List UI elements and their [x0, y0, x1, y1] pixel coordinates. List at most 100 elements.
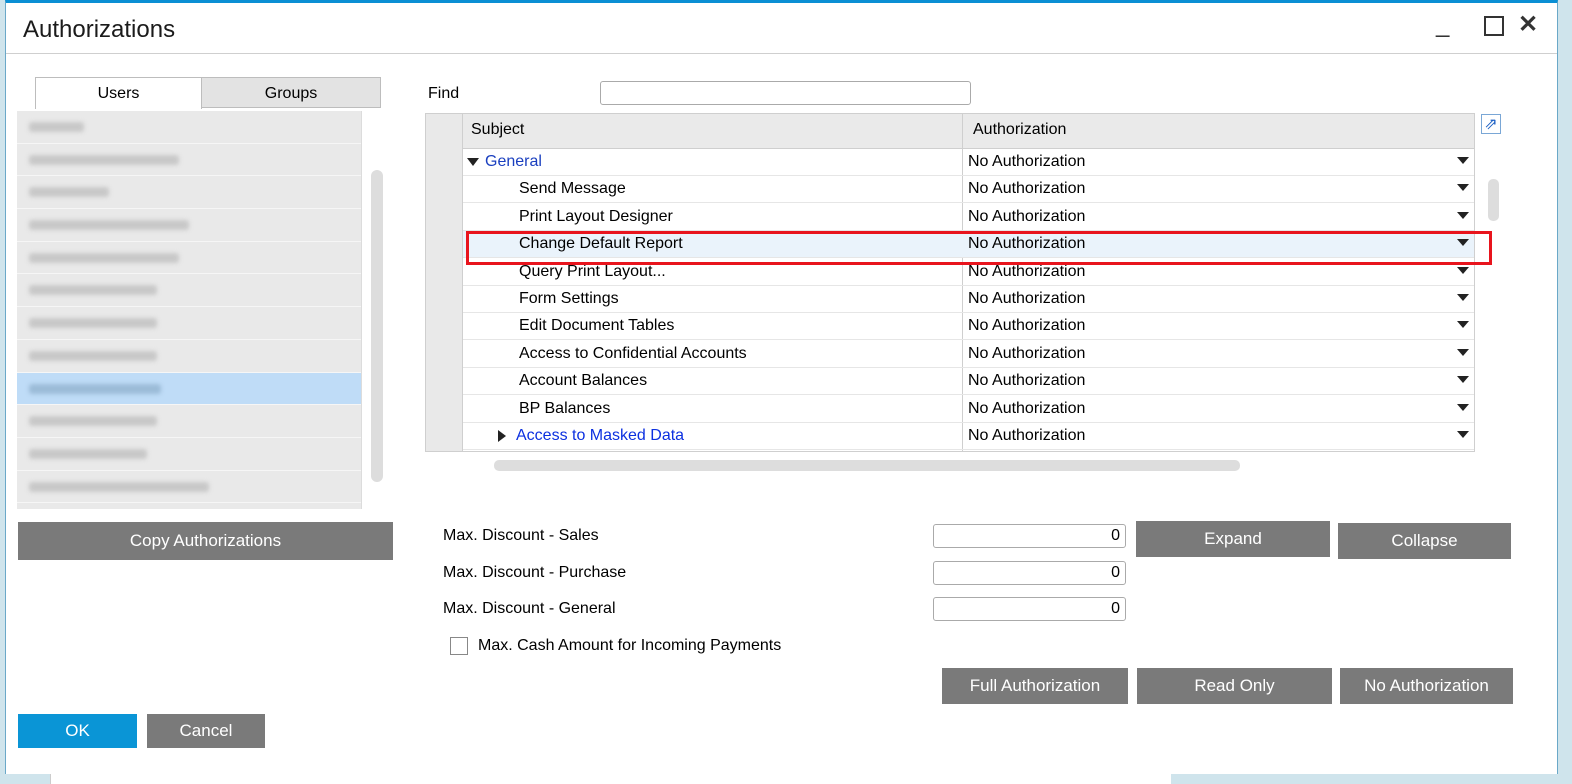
column-header-subject[interactable]: Subject: [471, 121, 524, 139]
user-list-item[interactable]: [17, 209, 361, 242]
authorization-dropdown[interactable]: No Authorization: [968, 180, 1085, 198]
tree-expanded-icon[interactable]: [467, 157, 479, 166]
collapse-button[interactable]: Collapse: [1338, 523, 1511, 559]
subject-cell[interactable]: General: [467, 153, 542, 171]
no-authorization-button[interactable]: No Authorization: [1340, 668, 1513, 704]
grid-row[interactable]: Form Settings No Authorization: [463, 286, 1474, 313]
subject-text: Access to Confidential Accounts: [519, 344, 747, 362]
user-list-item[interactable]: [17, 307, 361, 340]
user-list-item[interactable]: [17, 274, 361, 308]
obscured-user-name: [29, 481, 209, 492]
cancel-button[interactable]: Cancel: [147, 714, 265, 748]
max-discount-general-label: Max. Discount - General: [443, 600, 616, 617]
user-list-item[interactable]: [17, 405, 361, 438]
background-window-strip: [50, 774, 1171, 784]
grid-row[interactable]: Edit Document Tables No Authorization: [463, 313, 1474, 341]
obscured-user-name: [29, 252, 179, 263]
dropdown-arrow-icon[interactable]: [1457, 211, 1469, 219]
grid-header: Subject Authorization: [426, 114, 1474, 149]
subject-cell: Edit Document Tables: [519, 317, 674, 335]
column-header-authorization[interactable]: Authorization: [973, 121, 1066, 139]
close-icon[interactable]: ✕: [1518, 11, 1538, 39]
grid-row[interactable]: General No Authorization: [463, 149, 1474, 176]
grid-vertical-scrollbar[interactable]: [1488, 179, 1499, 221]
max-discount-general-input[interactable]: 0: [933, 597, 1126, 621]
subject-cell: BP Balances: [519, 400, 610, 418]
subject-cell: Print Layout Designer: [519, 208, 673, 226]
authorization-dropdown[interactable]: No Authorization: [968, 263, 1085, 281]
tab-users[interactable]: Users: [35, 77, 202, 109]
user-list-item[interactable]: [17, 471, 361, 504]
user-list-item[interactable]: [17, 372, 361, 406]
authorization-dropdown[interactable]: No Authorization: [968, 400, 1085, 418]
maximize-icon[interactable]: [1484, 11, 1504, 43]
tree-collapsed-icon[interactable]: [498, 429, 506, 442]
grid-row[interactable]: Send Message No Authorization: [463, 176, 1474, 204]
minimize-icon[interactable]: _: [1436, 11, 1449, 39]
grid-row[interactable]: Account Balances No Authorization: [463, 368, 1474, 396]
dropdown-arrow-icon[interactable]: [1457, 294, 1469, 301]
obscured-user-name: [29, 383, 161, 394]
subject-text: Send Message: [519, 180, 626, 198]
full-authorization-button[interactable]: Full Authorization: [942, 668, 1128, 704]
obscured-user-name: [29, 350, 157, 361]
subject-text: Access to Masked Data: [516, 427, 685, 444]
authorization-dropdown[interactable]: No Authorization: [968, 317, 1085, 335]
subject-text: Account Balances: [519, 372, 648, 390]
dropdown-arrow-icon[interactable]: [1457, 266, 1469, 274]
user-list-scrollbar[interactable]: [371, 170, 383, 482]
dropdown-arrow-icon[interactable]: [1457, 348, 1469, 356]
expand-arrow-icon[interactable]: ⇗: [1481, 114, 1501, 134]
user-list-item[interactable]: [17, 111, 361, 144]
grid-horizontal-scrollbar[interactable]: [494, 460, 1240, 471]
subject-cell: Query Print Layout...: [519, 263, 666, 281]
authorization-grid: Subject Authorization General No Authoriz…: [425, 113, 1475, 452]
dropdown-arrow-icon[interactable]: [1457, 431, 1469, 438]
max-cash-checkbox[interactable]: [450, 637, 468, 655]
authorization-dropdown[interactable]: No Authorization: [968, 372, 1085, 390]
authorization-dropdown[interactable]: No Authorization: [968, 208, 1085, 226]
user-group-tabs: Users Groups: [35, 77, 381, 109]
authorization-dropdown[interactable]: No Authorization: [968, 427, 1085, 445]
authorization-dropdown[interactable]: No Authorization: [968, 345, 1085, 363]
user-list-item[interactable]: [17, 340, 361, 373]
grid-row[interactable]: Access to Confidential Accounts No Author…: [463, 341, 1474, 368]
obscured-user-name: [29, 318, 157, 329]
subject-text: Print Layout Designer: [519, 207, 673, 225]
user-list-item[interactable]: [17, 176, 361, 210]
obscured-user-name: [29, 154, 179, 165]
dropdown-arrow-icon[interactable]: [1457, 376, 1469, 384]
subject-text: Edit Document Tables: [519, 317, 675, 335]
expand-button[interactable]: Expand: [1136, 521, 1330, 557]
max-discount-sales-input[interactable]: 0: [933, 524, 1126, 548]
user-list-item[interactable]: [17, 144, 361, 177]
highlight-annotation: [466, 231, 1492, 265]
subject-text: Query Print Layout...: [519, 262, 666, 280]
subject-cell: Send Message: [519, 180, 626, 198]
max-cash-label: Max. Cash Amount for Incoming Payments: [478, 637, 782, 654]
user-list-item[interactable]: [17, 242, 361, 275]
row-header-column: [426, 114, 463, 451]
subject-cell: Form Settings: [519, 290, 619, 308]
grid-row[interactable]: Print Layout Designer No Authorization: [463, 204, 1474, 231]
obscured-user-name: [29, 187, 109, 198]
read-only-button[interactable]: Read Only: [1137, 668, 1332, 704]
dropdown-arrow-icon[interactable]: [1457, 184, 1469, 192]
window-title: Authorizations: [23, 16, 176, 43]
dropdown-arrow-icon[interactable]: [1457, 403, 1469, 411]
obscured-user-name: [29, 448, 147, 459]
dropdown-arrow-icon[interactable]: [1457, 157, 1469, 164]
authorization-dropdown[interactable]: No Authorization: [968, 153, 1085, 171]
copy-authorizations-button[interactable]: Copy Authorizations: [18, 522, 393, 560]
find-input[interactable]: [600, 81, 971, 105]
subject-cell[interactable]: Access to Masked Data: [498, 427, 684, 445]
tab-groups[interactable]: Groups: [201, 77, 381, 108]
grid-row[interactable]: BP Balances No Authorization: [463, 396, 1474, 423]
ok-button[interactable]: OK: [18, 714, 137, 748]
max-discount-purchase-input[interactable]: 0: [933, 561, 1126, 585]
dropdown-arrow-icon[interactable]: [1457, 321, 1469, 329]
grid-row[interactable]: Access to Masked Data No Authorization: [463, 423, 1474, 450]
user-list-item[interactable]: [17, 438, 361, 471]
authorization-dropdown[interactable]: No Authorization: [968, 290, 1085, 308]
subject-text: BP Balances: [519, 399, 611, 417]
